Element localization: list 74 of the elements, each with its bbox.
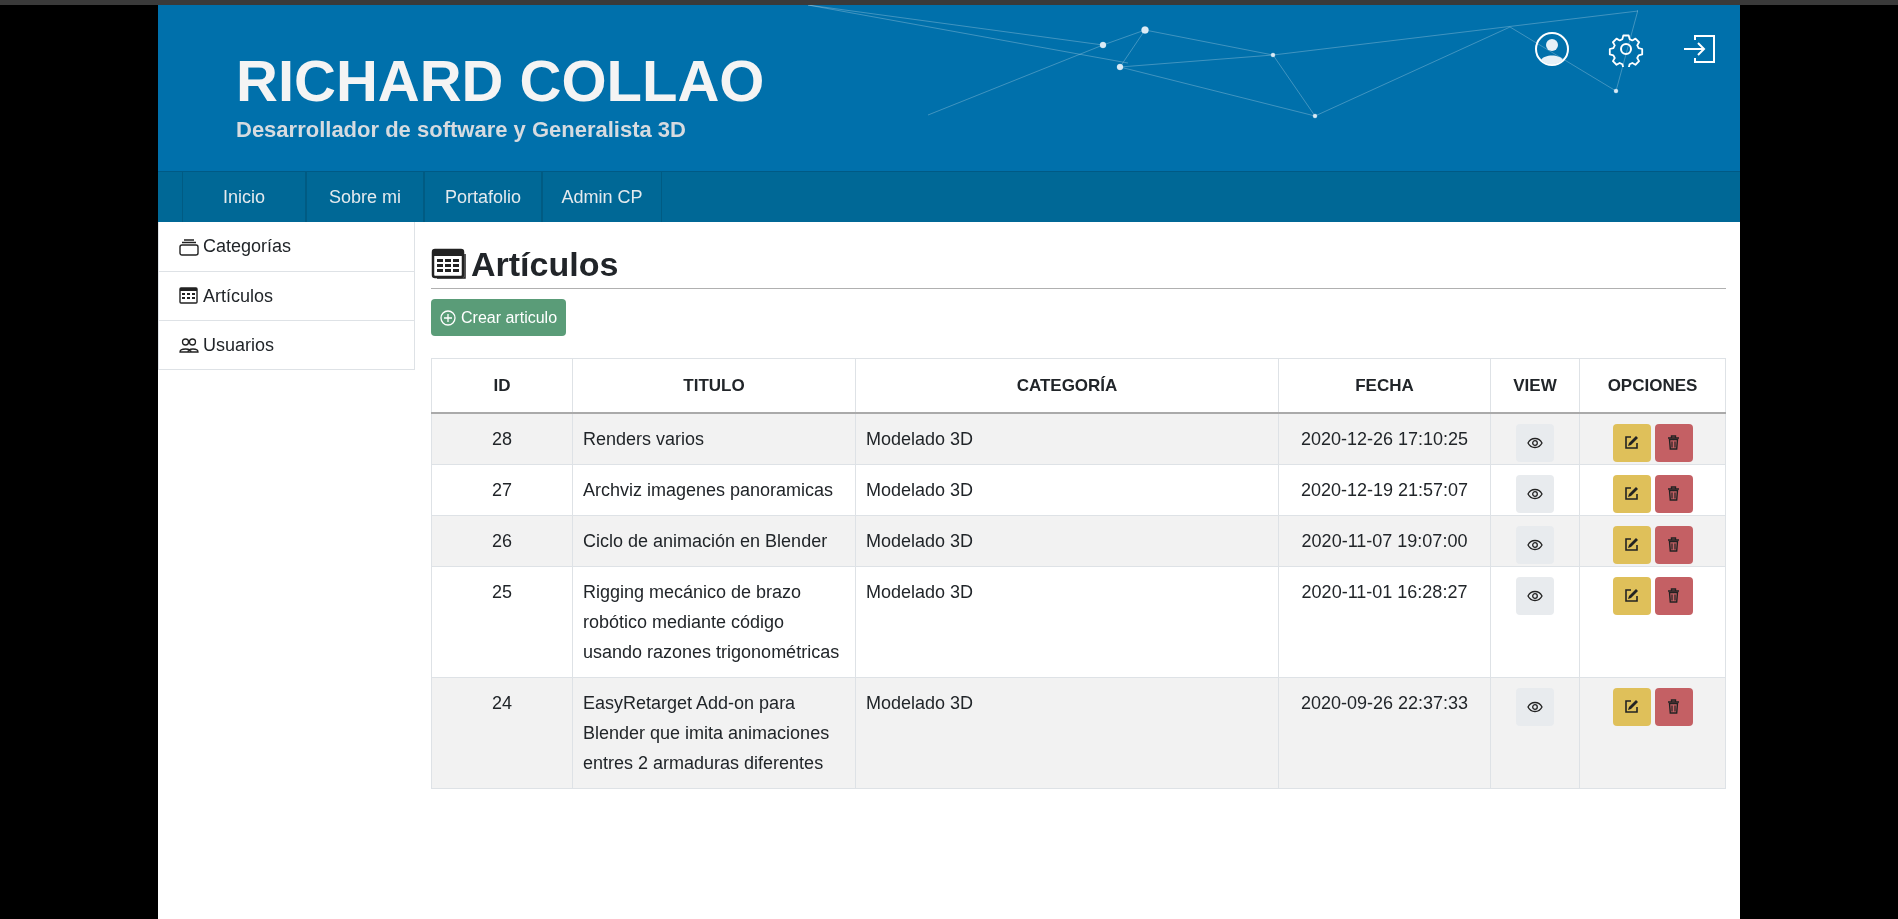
delete-button[interactable] <box>1654 423 1693 462</box>
column-header: OPCIONES <box>1579 358 1726 413</box>
create-article-button[interactable]: Crear articulo <box>431 299 567 336</box>
nav-link[interactable]: Admin CP <box>542 172 662 222</box>
table-cell: Modelado 3D <box>855 515 1279 566</box>
nav-link[interactable]: Inicio <box>182 172 306 222</box>
eye-icon <box>1527 700 1543 713</box>
column-header: CATEGORÍA <box>855 358 1279 413</box>
table-cell: 2020-12-26 17:10:25 <box>1278 412 1491 464</box>
column-header: ID <box>431 358 573 413</box>
table-cell: Ciclo de animación en Blender <box>572 515 856 566</box>
eye-icon <box>1527 538 1543 551</box>
edit-button[interactable] <box>1612 474 1651 513</box>
delete-button[interactable] <box>1654 474 1693 513</box>
trash-icon <box>1667 537 1680 552</box>
table-icon <box>179 287 199 305</box>
trash-icon <box>1667 486 1680 501</box>
edit-icon <box>1624 537 1639 552</box>
plus-circle-icon <box>440 309 456 326</box>
column-header: VIEW <box>1490 358 1580 413</box>
sidebar-item[interactable]: Categorías <box>159 222 414 271</box>
column-header: FECHA <box>1278 358 1491 413</box>
sidebar-item[interactable]: Artículos <box>159 271 414 320</box>
page-title: Artículos <box>471 244 619 284</box>
table-cell: 2020-11-01 16:28:27 <box>1278 566 1491 677</box>
view-button[interactable] <box>1516 525 1554 564</box>
edit-button[interactable] <box>1612 687 1651 726</box>
table-cell: Archviz imagenes panoramicas <box>572 464 856 515</box>
edit-button[interactable] <box>1612 576 1651 615</box>
table-cell: Modelado 3D <box>855 677 1279 788</box>
table-cell: 2020-12-19 21:57:07 <box>1278 464 1491 515</box>
view-button[interactable] <box>1516 474 1554 513</box>
table-cell: 2020-11-07 19:07:00 <box>1278 515 1491 566</box>
view-button[interactable] <box>1516 576 1554 615</box>
site-title: RICHARD COLLAO <box>236 49 765 113</box>
table-cell: Modelado 3D <box>855 464 1279 515</box>
table-icon <box>431 248 467 280</box>
login-icon[interactable] <box>1682 34 1716 64</box>
table-cell: Renders varios <box>572 412 856 464</box>
edit-icon <box>1624 486 1639 501</box>
eye-icon <box>1527 589 1543 602</box>
trash-icon <box>1667 588 1680 603</box>
site-subtitle: Desarrollador de software y Generalista 3D <box>236 116 687 144</box>
view-button[interactable] <box>1516 423 1554 462</box>
delete-button[interactable] <box>1654 525 1693 564</box>
edit-icon <box>1624 435 1639 450</box>
table-cell: Modelado 3D <box>855 566 1279 677</box>
table-cell: Rigging mecánico de brazo robótico mediante código usando razones trigonométricas <box>572 566 856 677</box>
table-cell: 28 <box>431 412 573 464</box>
trash-icon <box>1667 699 1680 714</box>
table-cell: 27 <box>431 464 573 515</box>
eye-icon <box>1527 436 1543 449</box>
edit-button[interactable] <box>1612 525 1651 564</box>
table-cell: Modelado 3D <box>855 412 1279 464</box>
nav-link[interactable]: Sobre mi <box>306 172 424 222</box>
sidebar-item[interactable]: Usuarios <box>159 320 414 369</box>
view-button[interactable] <box>1516 687 1554 726</box>
edit-button[interactable] <box>1612 423 1651 462</box>
edit-icon <box>1624 699 1639 714</box>
nav-link[interactable]: Portafolio <box>424 172 542 222</box>
delete-button[interactable] <box>1654 687 1693 726</box>
user-icon[interactable] <box>1534 31 1570 67</box>
people-icon <box>179 336 199 354</box>
table-cell: 24 <box>431 677 573 788</box>
trash-icon <box>1667 435 1680 450</box>
table-cell: EasyRetarget Add-on para Blender que imita animaciones entres 2 armaduras diferentes <box>572 677 856 788</box>
table-cell: 26 <box>431 515 573 566</box>
stack-icon <box>179 237 199 256</box>
edit-icon <box>1624 588 1639 603</box>
table-cell: 25 <box>431 566 573 677</box>
column-header: TITULO <box>572 358 856 413</box>
eye-icon <box>1527 487 1543 500</box>
table-cell: 2020-09-26 22:37:33 <box>1278 677 1491 788</box>
delete-button[interactable] <box>1654 576 1693 615</box>
